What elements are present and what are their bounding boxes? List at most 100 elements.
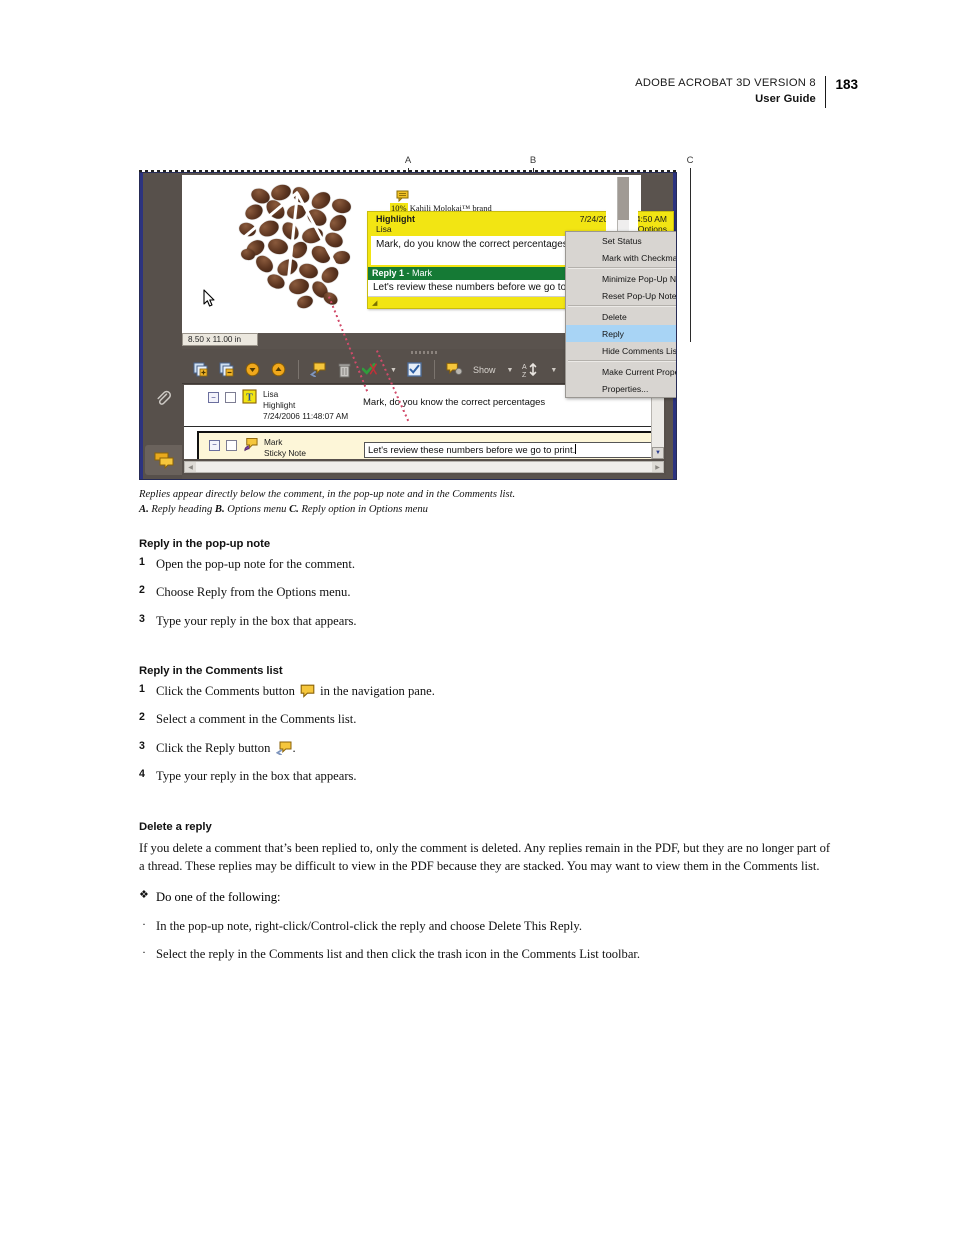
step-number: 1	[139, 556, 145, 568]
option-text: Select the reply in the Comments list an…	[156, 947, 641, 962]
do-one-of-the-following: ❖ Do one of the following:	[139, 889, 831, 905]
svg-text:T: T	[246, 393, 253, 404]
popup-resize-grip-icon[interactable]: ◢	[372, 299, 377, 307]
sort-az-icon[interactable]: A Z	[522, 361, 539, 378]
toolbar-separator-2	[433, 360, 435, 379]
caption-text-a: Reply heading	[148, 504, 215, 516]
reply-checkbox[interactable]	[226, 439, 237, 451]
menu-item-set-status[interactable]: Set Status ▶	[566, 232, 676, 249]
step-item: 4 Type your reply in the box that appear…	[139, 768, 831, 784]
toolbar-separator	[298, 360, 299, 379]
acrobat-window-screenshot: 10% Kahili Molokai™ brand Highlight 7/24…	[139, 172, 677, 480]
comments-list-horizontal-scrollbar[interactable]: ◀ ▶	[184, 461, 664, 473]
reply-heading-author: - Mark	[404, 268, 433, 278]
coffee-beans-pie-image	[226, 182, 382, 311]
menu-item-mark-with-checkmark[interactable]: Mark with Checkmark	[566, 249, 676, 266]
expand-toggle-icon[interactable]: −	[208, 392, 219, 403]
scroll-left-arrow-icon[interactable]: ◀	[185, 462, 196, 472]
step-text-before: Click the Comments button	[156, 684, 299, 699]
caption-line-1: Replies appear directly below the commen…	[139, 489, 516, 500]
menu-item-properties[interactable]: Properties...	[566, 380, 676, 397]
sort-dropdown-caret-icon[interactable]: ▼	[550, 366, 557, 374]
paperclip-attachments-icon[interactable]	[149, 385, 177, 411]
diamond-bullet-icon: ❖	[139, 888, 149, 901]
step-text: Open the pop-up note for the comment.	[156, 557, 355, 571]
comment-metadata: Lisa Highlight 7/24/2006 11:48:07 AM	[263, 389, 363, 422]
step-item: 2 Choose Reply from the Options menu.	[139, 584, 831, 600]
checkbox-icon[interactable]	[406, 361, 423, 378]
callout-leader-c	[690, 168, 691, 342]
page-size-indicator: 8.50 x 11.00 in	[182, 333, 259, 346]
sticky-note-reply-icon	[243, 437, 258, 452]
caption-key-c: C.	[289, 504, 299, 516]
delete-trash-icon[interactable]	[336, 361, 353, 378]
checkmark-dropdown-caret-icon[interactable]: ▼	[390, 366, 397, 374]
delete-reply-options: · In the pop-up note, right-click/Contro…	[139, 916, 831, 963]
option-text: In the pop-up note, right-click/Control-…	[156, 918, 582, 933]
scroll-right-arrow-icon[interactable]: ▶	[652, 462, 663, 472]
header-divider	[824, 76, 827, 108]
running-header: ADOBE ACROBAT 3D VERSION 8 User Guide 18…	[635, 76, 858, 108]
list-item: · In the pop-up note, right-click/Contro…	[139, 916, 831, 934]
menu-item-reply[interactable]: Reply	[566, 325, 676, 342]
comment-pin-icon[interactable]	[396, 189, 410, 203]
do-one-text: Do one of the following:	[156, 889, 281, 904]
step-number: 3	[139, 612, 145, 625]
reply-author: Mark	[264, 436, 283, 447]
step-text-after: .	[292, 740, 296, 755]
menu-item-hide-comments-list[interactable]: Hide Comments List	[566, 342, 676, 359]
step-item: 3 Click the Reply button .	[139, 740, 831, 756]
show-menu-label[interactable]: Show	[473, 365, 496, 375]
checkmark-icon[interactable]	[362, 361, 379, 378]
menu-item-reset-popup-note-location[interactable]: Reset Pop-Up Note Location	[566, 287, 676, 304]
running-header-text: ADOBE ACROBAT 3D VERSION 8 User Guide	[635, 76, 825, 108]
comment-row-reply[interactable]: − Mark Sticky Note 7/27/2006 11:42:08 AM…	[197, 430, 660, 459]
comment-author: Lisa	[263, 389, 279, 399]
caption-text-c: Reply option in Options menu	[298, 504, 428, 516]
section-heading-reply-comments-list: Reply in the Comments list	[139, 665, 283, 678]
document-scrollbar-thumb[interactable]	[618, 177, 629, 220]
comments-bubble-icon[interactable]	[145, 445, 182, 475]
caption-text-b: Options menu	[224, 504, 290, 516]
steps-reply-comments-list: 1 Click the Comments button in the naviga…	[139, 683, 831, 784]
menu-item-minimize-popup-note[interactable]: Minimize Pop-Up Note	[566, 270, 676, 287]
next-comment-icon[interactable]	[244, 361, 261, 378]
collapse-all-icon[interactable]	[218, 361, 235, 378]
step-item: 2 Select a comment in the Comments list.	[139, 711, 831, 727]
bullet-dot-icon: ·	[142, 945, 146, 960]
mouse-cursor-icon	[203, 289, 216, 308]
step-item: 3 Type your reply in the box that appear…	[139, 613, 831, 629]
section-heading-delete-reply: Delete a reply	[139, 820, 212, 833]
bullet-dot-icon: ·	[142, 916, 146, 931]
show-filter-icon[interactable]	[446, 361, 463, 378]
reply-heading-label: Reply 1	[372, 268, 405, 278]
step-text: Choose Reply from the Options menu.	[156, 585, 351, 600]
callout-label-b: B	[529, 155, 537, 166]
show-dropdown-caret-icon[interactable]: ▼	[506, 366, 513, 374]
step-number: 1	[139, 683, 145, 696]
comment-checkbox[interactable]	[225, 392, 236, 403]
highlight-text-icon: T	[242, 389, 257, 404]
popup-note-author: Lisa	[376, 224, 392, 234]
scroll-down-arrow-icon[interactable]: ▼	[652, 447, 664, 459]
callout-label-a: A	[404, 155, 412, 166]
product-title: ADOBE ACROBAT 3D VERSION 8	[635, 77, 816, 89]
popup-note-type: Highlight	[376, 214, 415, 224]
panel-drag-grip[interactable]	[411, 351, 437, 354]
list-item: · Select the reply in the Comments list …	[139, 945, 831, 962]
caption-key-a: A.	[139, 504, 149, 516]
step-text-before: Click the Reply button	[156, 740, 274, 755]
options-context-menu[interactable]: Set Status ▶ Mark with Checkmark Minimiz…	[565, 231, 676, 398]
expand-all-icon[interactable]	[192, 361, 209, 378]
reply-edit-textbox[interactable]: Let's review these numbers before we go …	[364, 441, 654, 458]
expand-toggle-icon-reply[interactable]: −	[209, 439, 220, 451]
step-item: 1 Click the Comments button in the naviga…	[139, 683, 831, 699]
comment-timestamp: 7/24/2006 11:48:07 AM	[263, 410, 349, 421]
menu-item-delete[interactable]: Delete	[566, 308, 676, 325]
step-text: Select a comment in the Comments list.	[156, 712, 357, 727]
menu-item-make-current-properties-default[interactable]: Make Current Properties Default	[566, 363, 676, 380]
reply-icon[interactable]	[310, 361, 327, 378]
svg-text:A: A	[522, 364, 527, 371]
previous-comment-icon[interactable]	[270, 361, 287, 378]
